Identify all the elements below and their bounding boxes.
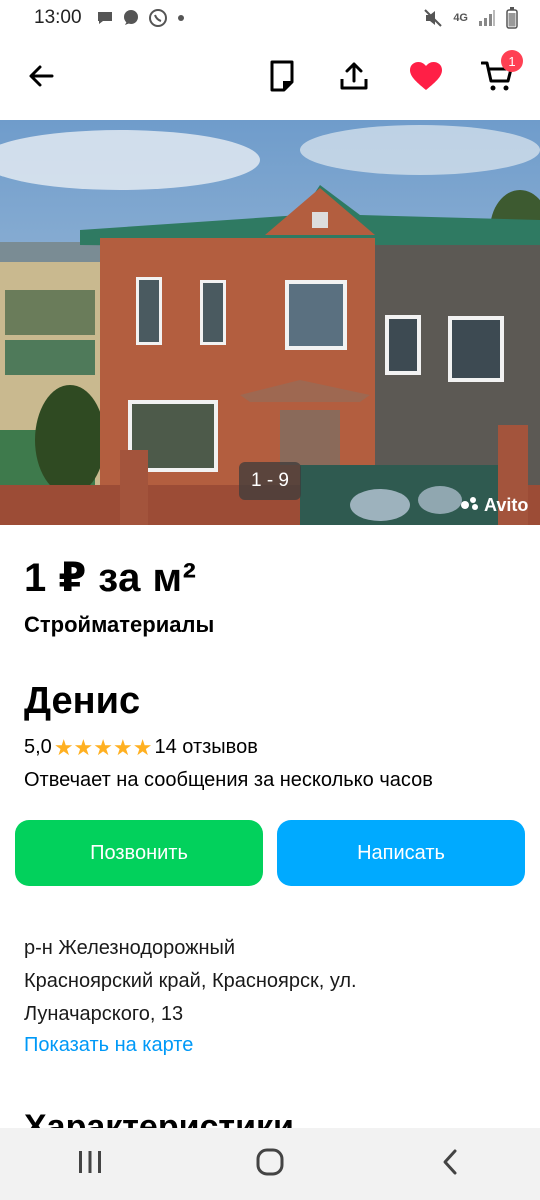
seller-rating-row[interactable]: 5,0 ★ ★ ★ ★ ★ 14 отзывов bbox=[24, 736, 258, 759]
status-right: 4G bbox=[423, 7, 518, 29]
price: 1 ₽ за м² bbox=[24, 556, 197, 600]
back-nav-button[interactable] bbox=[420, 1139, 480, 1189]
seller-name[interactable]: Денис bbox=[24, 680, 140, 723]
response-time: Отвечает на сообщения за несколько часов bbox=[24, 769, 433, 791]
status-left: 13:00 bbox=[34, 7, 186, 29]
rating-value: 5,0 bbox=[24, 736, 52, 758]
photo-counter: 1 - 9 bbox=[239, 462, 301, 500]
address-street: Луначарского, 13 bbox=[24, 1003, 184, 1025]
arrow-left-icon bbox=[27, 62, 55, 95]
status-bar: 13:00 4G bbox=[0, 0, 540, 36]
system-nav-bar bbox=[0, 1128, 540, 1200]
recent-apps-icon bbox=[77, 1149, 103, 1180]
avito-text: Avito bbox=[484, 495, 529, 515]
dot-icon bbox=[176, 13, 186, 23]
heart-icon bbox=[409, 61, 443, 96]
message-icon bbox=[122, 9, 140, 27]
network-icon: 4G bbox=[453, 12, 468, 24]
category: Стройматериалы bbox=[24, 612, 215, 637]
call-button[interactable]: Позвонить bbox=[15, 820, 263, 886]
share-icon bbox=[339, 61, 369, 96]
star-icon: ★ bbox=[53, 734, 74, 760]
star-icon: ★ bbox=[93, 734, 114, 760]
favorite-button[interactable] bbox=[404, 56, 448, 100]
home-icon bbox=[255, 1147, 285, 1182]
star-icon: ★ bbox=[113, 734, 133, 760]
back-button[interactable] bbox=[19, 56, 63, 100]
chat-bubble-icon bbox=[96, 9, 114, 27]
top-toolbar: 1 bbox=[0, 36, 540, 120]
mute-icon bbox=[423, 8, 443, 28]
avito-logo-icon bbox=[460, 495, 480, 516]
cart-badge: 1 bbox=[501, 50, 523, 72]
avito-watermark: Avito bbox=[460, 495, 528, 516]
share-button[interactable] bbox=[332, 56, 376, 100]
rating-stars: ★ ★ ★ ★ ★ bbox=[53, 734, 153, 760]
star-icon: ★ bbox=[73, 734, 94, 760]
battery-icon bbox=[506, 7, 518, 29]
address: р-н Железнодорожный Красноярский край, К… bbox=[24, 932, 357, 1031]
show-on-map-link[interactable]: Показать на карте bbox=[24, 1034, 193, 1057]
address-district: р-н Железнодорожный bbox=[24, 937, 236, 959]
note-button[interactable] bbox=[260, 56, 304, 100]
chevron-left-icon bbox=[440, 1148, 460, 1181]
home-button[interactable] bbox=[240, 1139, 300, 1189]
reviews-count: 14 отзывов bbox=[154, 736, 258, 758]
note-icon bbox=[269, 60, 295, 97]
cart-button[interactable]: 1 bbox=[475, 50, 523, 100]
status-time: 13:00 bbox=[34, 7, 82, 28]
star-icon: ★ bbox=[132, 734, 153, 760]
signal-icon bbox=[478, 9, 496, 27]
address-region: Красноярский край, Красноярск, ул. bbox=[24, 970, 357, 992]
whatsapp-icon bbox=[148, 8, 168, 28]
message-button[interactable]: Написать bbox=[277, 820, 525, 886]
recent-apps-button[interactable] bbox=[60, 1139, 120, 1189]
